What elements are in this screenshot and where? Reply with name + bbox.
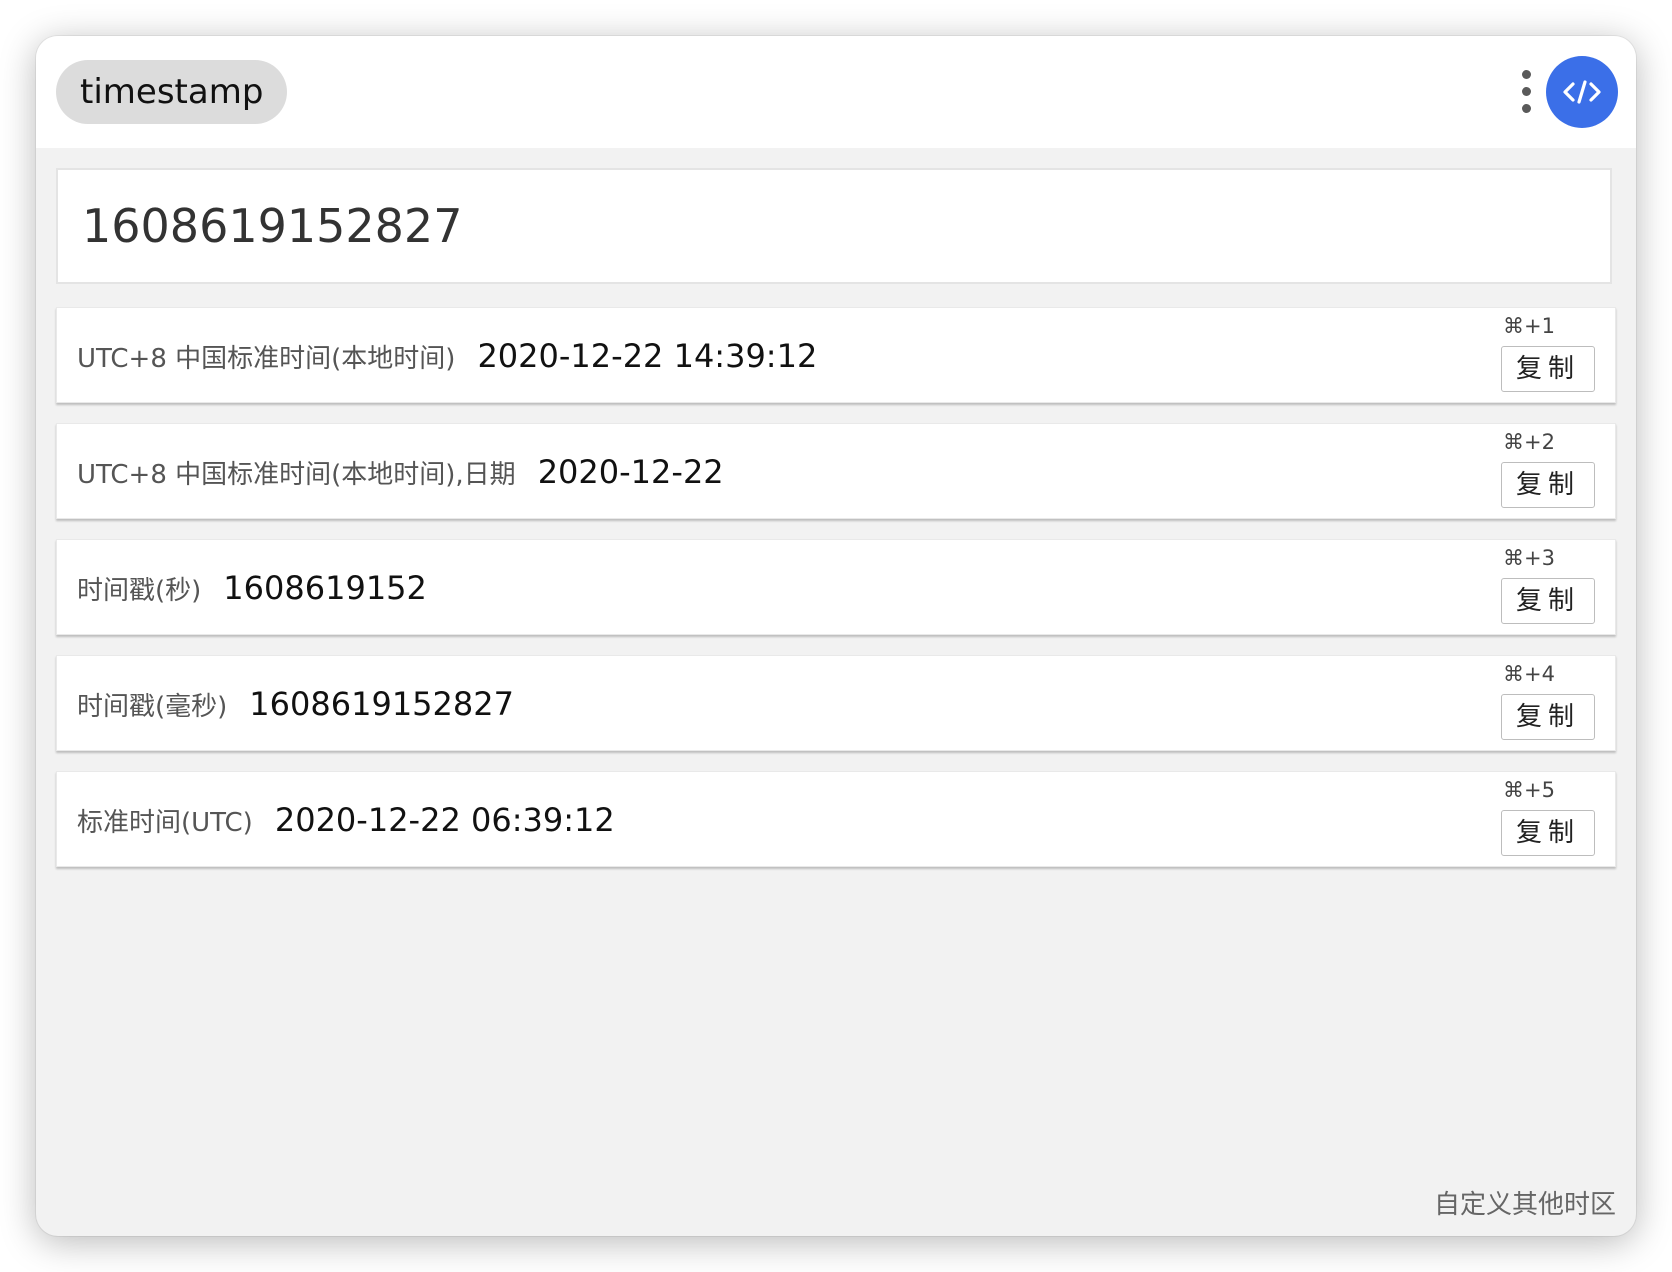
timestamp-input-box <box>56 168 1612 284</box>
code-icon <box>1563 80 1601 104</box>
shortcut-hint: ⌘+3 <box>1503 546 1555 570</box>
result-row-utc-time[interactable]: 标准时间(UTC) 2020-12-22 06:39:12 ⌘+5 复制 <box>56 771 1616 867</box>
top-bar: timestamp <box>36 36 1636 148</box>
copy-button[interactable]: 复制 <box>1501 462 1595 508</box>
result-value: 1608619152 <box>223 569 427 607</box>
result-label: 时间戳(秒) <box>77 575 202 606</box>
shortcut-hint: ⌘+5 <box>1503 778 1555 802</box>
copy-button[interactable]: 复制 <box>1501 578 1595 624</box>
result-value: 2020-12-22 <box>537 453 724 491</box>
result-value: 2020-12-22 06:39:12 <box>274 801 615 839</box>
plugin-window: timestamp UTC+8 中国标准时间(本地时间) 2020-12-22 … <box>36 36 1636 1236</box>
result-list: UTC+8 中国标准时间(本地时间) 2020-12-22 14:39:12 ⌘… <box>56 307 1616 887</box>
result-value: 1608619152827 <box>249 685 514 723</box>
keyword-tag[interactable]: timestamp <box>56 60 288 124</box>
result-value: 2020-12-22 14:39:12 <box>477 337 818 375</box>
copy-button[interactable]: 复制 <box>1501 346 1595 392</box>
result-label: 时间戳(毫秒) <box>77 691 228 722</box>
custom-timezone-link[interactable]: 自定义其他时区 <box>1434 1184 1616 1221</box>
plugin-logo-button[interactable] <box>1546 56 1618 128</box>
result-label: UTC+8 中国标准时间(本地时间),日期 <box>77 459 516 490</box>
copy-button[interactable]: 复制 <box>1501 810 1595 856</box>
shortcut-hint: ⌘+1 <box>1503 314 1555 338</box>
result-row-local-time[interactable]: UTC+8 中国标准时间(本地时间) 2020-12-22 14:39:12 ⌘… <box>56 307 1616 403</box>
shortcut-hint: ⌘+4 <box>1503 662 1555 686</box>
result-row-local-date[interactable]: UTC+8 中国标准时间(本地时间),日期 2020-12-22 ⌘+2 复制 <box>56 423 1616 519</box>
shortcut-hint: ⌘+2 <box>1503 430 1555 454</box>
result-label: UTC+8 中国标准时间(本地时间) <box>77 343 456 374</box>
result-row-timestamp-seconds[interactable]: 时间戳(秒) 1608619152 ⌘+3 复制 <box>56 539 1616 635</box>
result-row-timestamp-milliseconds[interactable]: 时间戳(毫秒) 1608619152827 ⌘+4 复制 <box>56 655 1616 751</box>
more-options-button[interactable] <box>1516 70 1536 114</box>
result-label: 标准时间(UTC) <box>77 807 253 838</box>
copy-button[interactable]: 复制 <box>1501 694 1595 740</box>
timestamp-input[interactable] <box>80 198 1610 254</box>
